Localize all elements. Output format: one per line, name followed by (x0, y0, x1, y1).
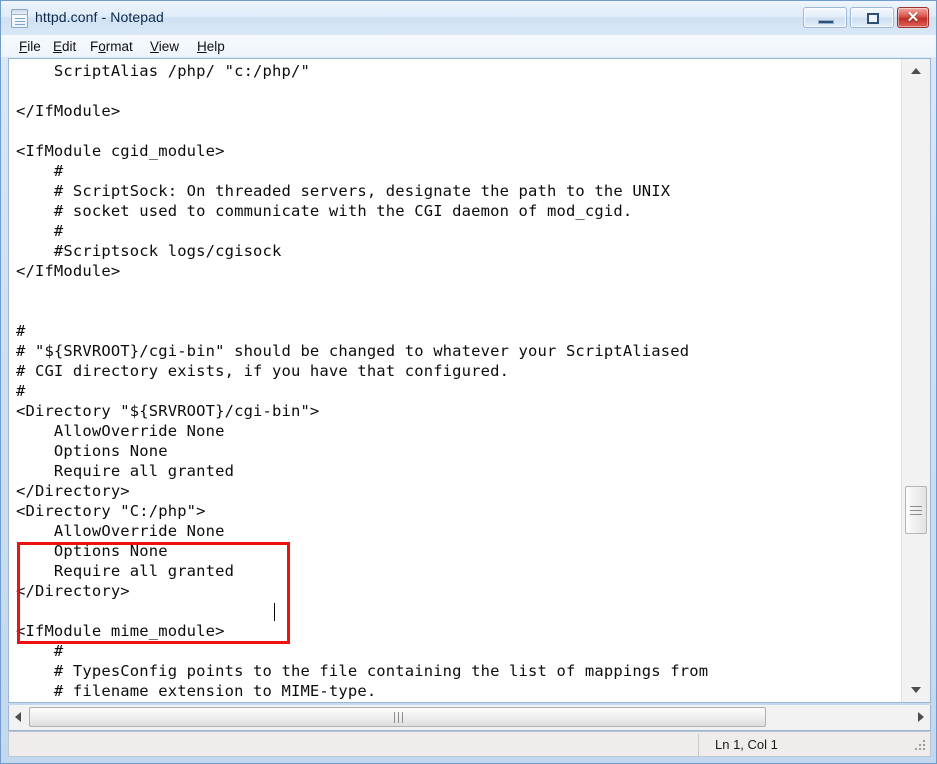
menu-item-file[interactable]: File (15, 38, 45, 55)
vertical-scrollbar[interactable] (901, 59, 930, 702)
scroll-right-arrow-icon[interactable] (911, 705, 930, 729)
maximize-icon (867, 13, 879, 24)
title-bar[interactable]: httpd.conf - Notepad ✕ (1, 1, 936, 36)
menu-item-edit[interactable]: Edit (49, 38, 80, 55)
horizontal-scroll-thumb[interactable] (29, 707, 766, 727)
scroll-up-arrow-icon[interactable] (902, 59, 930, 83)
close-button[interactable]: ✕ (897, 7, 929, 28)
maximize-button[interactable] (850, 7, 894, 28)
cursor-position-status: Ln 1, Col 1 (715, 737, 778, 752)
menu-bar: File Edit Format View Help (1, 35, 936, 57)
resize-grip-icon[interactable] (913, 740, 927, 754)
minimize-button[interactable] (803, 7, 847, 28)
notepad-window: httpd.conf - Notepad ✕ File Edit Format … (0, 0, 937, 764)
menu-item-view[interactable]: View (146, 38, 183, 55)
menu-item-help[interactable]: Help (193, 38, 229, 55)
close-icon: ✕ (906, 9, 920, 26)
scroll-left-arrow-icon[interactable] (9, 705, 28, 729)
status-bar: Ln 1, Col 1 (8, 731, 931, 757)
scroll-down-arrow-icon[interactable] (902, 678, 930, 702)
window-title: httpd.conf - Notepad (35, 9, 164, 25)
text-editor[interactable]: ScriptAlias /php/ "c:/php/" </IfModule> … (9, 59, 902, 702)
vertical-scroll-thumb[interactable] (905, 486, 927, 534)
notepad-icon (11, 9, 28, 28)
horizontal-scrollbar[interactable] (8, 705, 931, 731)
menu-item-format[interactable]: Format (86, 38, 137, 55)
status-divider (698, 734, 699, 756)
editor-client-area: ScriptAlias /php/ "c:/php/" </IfModule> … (8, 58, 931, 703)
minimize-icon (818, 20, 834, 24)
config-text[interactable]: ScriptAlias /php/ "c:/php/" </IfModule> … (16, 61, 708, 701)
text-caret (274, 603, 275, 621)
